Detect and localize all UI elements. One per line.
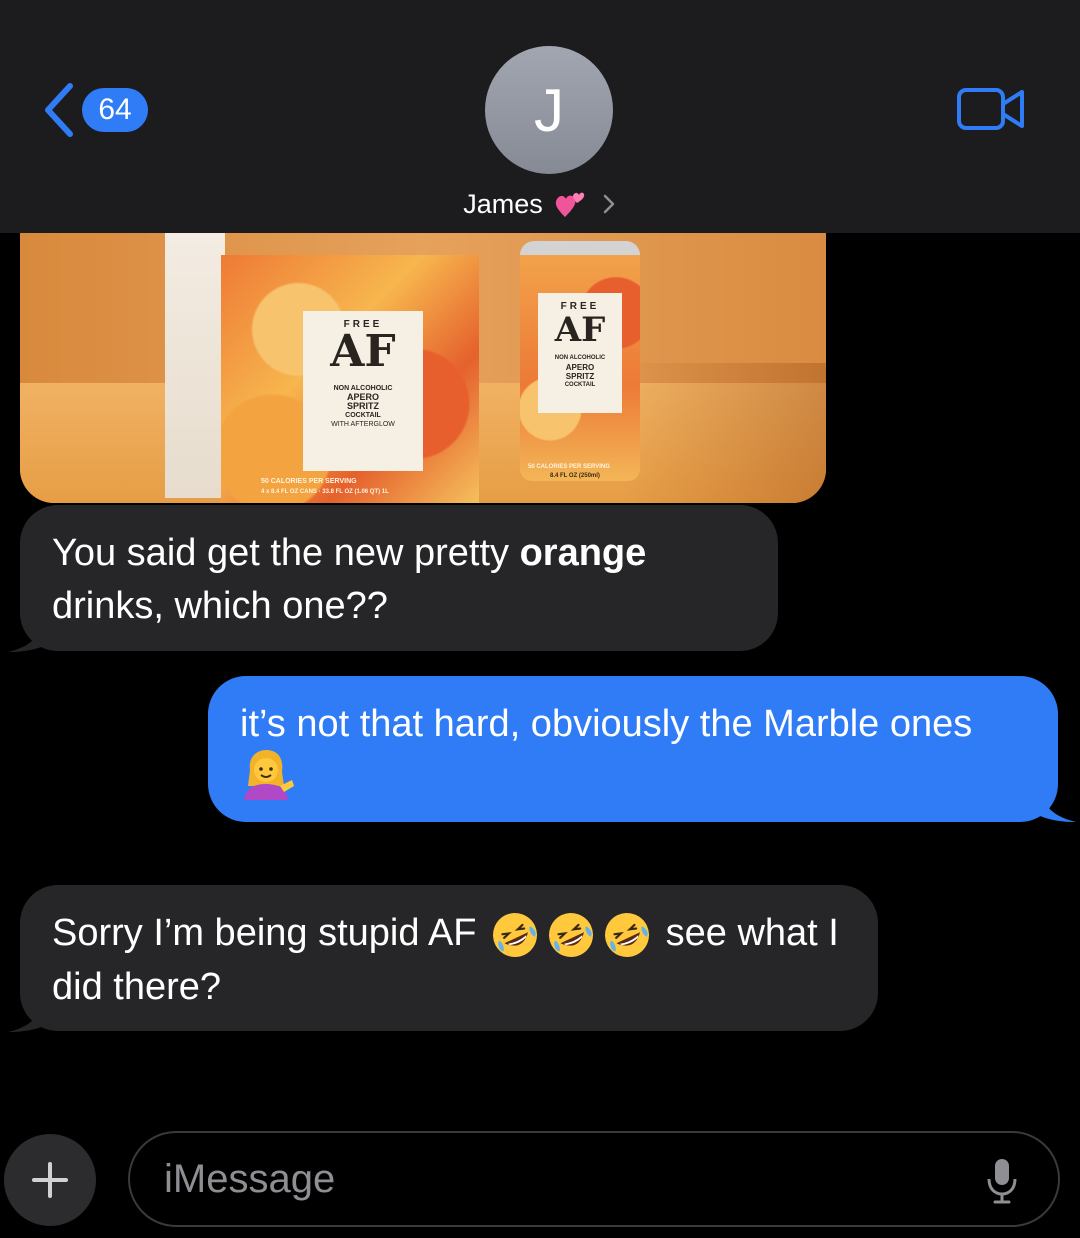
avatar-initial: J	[534, 76, 564, 144]
message-bubble-received[interactable]: You said get the new pretty orange drink…	[20, 505, 778, 651]
product-can: FREE AF NON ALCOHOLIC APERO SPRITZ COCKT…	[520, 241, 640, 481]
message-bubble-sent[interactable]: it’s not that hard, obviously the Marble…	[208, 676, 1058, 822]
contact-name-button[interactable]: James	[0, 182, 1080, 226]
can-label-af: AF	[554, 310, 606, 350]
box-label: FREE AF NON ALCOHOLIC APERO SPRITZ COCKT…	[303, 311, 423, 471]
can-label: FREE AF NON ALCOHOLIC APERO SPRITZ COCKT…	[538, 293, 622, 413]
message-text: Sorry I’m being stupid AF	[52, 912, 477, 954]
message-input-placeholder: iMessage	[164, 1157, 336, 1201]
video-call-button[interactable]	[956, 84, 1028, 134]
box-footer2: 4 x 8.4 FL OZ CANS · 33.8 FL OZ (1.06 QT…	[261, 489, 389, 495]
box-label-line5: WITH AFTERGLOW	[331, 421, 395, 428]
message-text: drinks, which one??	[52, 585, 388, 627]
avatar[interactable]: J	[485, 46, 613, 174]
contact-name: James	[463, 188, 543, 219]
image-message[interactable]: FREE AF NON ALCOHOLIC APERO SPRITZ COCKT…	[20, 233, 826, 503]
can-label-line3: SPRITZ	[565, 372, 595, 381]
laughing-emoji-group	[487, 912, 655, 957]
box-label-line4: COCKTAIL	[345, 412, 381, 419]
box-label-line3: SPRITZ	[346, 401, 379, 411]
rolling-on-floor-laughing-emoji	[605, 912, 650, 957]
message-text-bold: orange	[519, 532, 647, 574]
message-text: it’s not that hard, obviously the Marble…	[240, 703, 973, 745]
can-label-line2: APERO	[565, 363, 595, 372]
two-hearts-icon	[555, 192, 584, 217]
box-label-af: AF	[330, 326, 396, 377]
message-bubble-received[interactable]: Sorry I’m being stupid AF see what I did…	[20, 885, 878, 1031]
unread-count-badge: 64	[82, 88, 148, 132]
can-label-line1: NON ALCOHOLIC	[554, 355, 606, 361]
box-front: FREE AF NON ALCOHOLIC APERO SPRITZ COCKT…	[221, 255, 479, 503]
chevron-right-icon	[603, 194, 615, 214]
product-box: FREE AF NON ALCOHOLIC APERO SPRITZ COCKT…	[165, 233, 480, 503]
woman-tipping-hand-emoji	[244, 749, 294, 800]
plus-icon	[32, 1162, 68, 1198]
message-input[interactable]: iMessage	[128, 1131, 1060, 1227]
rolling-on-floor-laughing-emoji	[493, 912, 538, 957]
can-label-line4: COCKTAIL	[564, 382, 596, 388]
photo-shadow	[620, 363, 826, 503]
chevron-left-icon	[45, 83, 73, 137]
conversation-header: 64 J James	[0, 0, 1080, 233]
can-footer1: 50 CALORIES PER SERVING	[528, 464, 610, 470]
microphone-icon[interactable]	[986, 1157, 1018, 1205]
messages-screen: 64 J James FREE AF NON ALCOHOLIC APERO S…	[0, 0, 1080, 1238]
can-footer2: 8.4 FL OZ (250ml)	[550, 473, 600, 479]
back-button[interactable]: 64	[38, 80, 148, 140]
apps-plus-button[interactable]	[4, 1134, 96, 1226]
video-camera-icon	[957, 88, 1024, 130]
rolling-on-floor-laughing-emoji	[549, 912, 594, 957]
message-text: You said get the new pretty	[52, 532, 520, 574]
box-side	[165, 233, 225, 498]
box-footer1: 50 CALORIES PER SERVING	[261, 478, 357, 485]
